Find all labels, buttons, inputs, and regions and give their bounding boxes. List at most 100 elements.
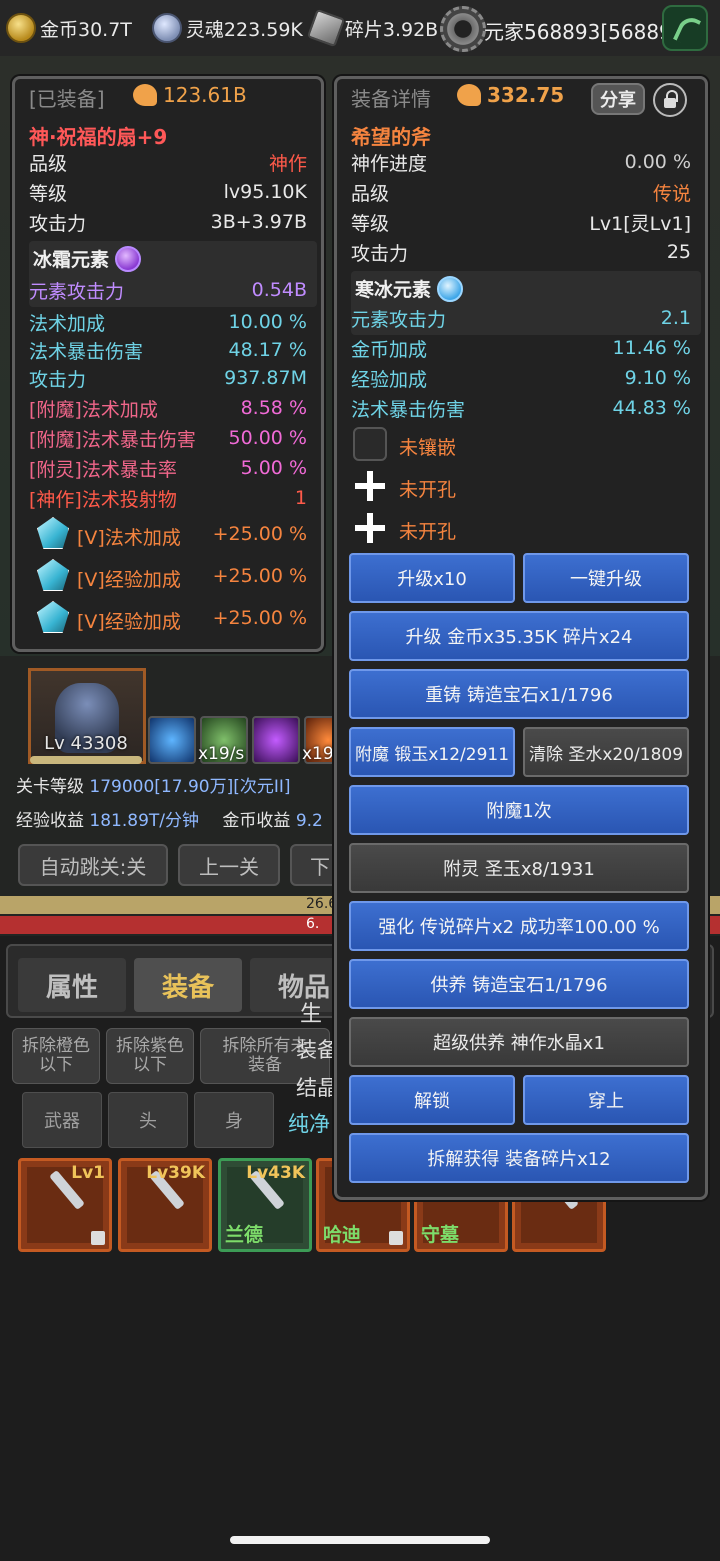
grade-label: 品级 bbox=[351, 182, 390, 205]
diamond-gem-icon bbox=[31, 515, 75, 555]
enchant-once-button[interactable]: 附魔1次 bbox=[349, 785, 689, 835]
stat-value: 10.00 % bbox=[228, 311, 308, 333]
diamond-gem-icon bbox=[31, 557, 75, 597]
enchant-value: 50.00 % bbox=[228, 427, 308, 449]
stat-value: 11.46 % bbox=[612, 337, 692, 359]
frost-element-icon bbox=[115, 245, 142, 272]
lock-toggle-icon[interactable] bbox=[653, 83, 687, 117]
enchant-jade-button[interactable]: 附魔 锻玉x12/2911 bbox=[349, 727, 515, 777]
enchant-value: 1 bbox=[294, 487, 307, 509]
stat-row: 经验加成 9.10 % bbox=[351, 363, 691, 393]
unlock-button[interactable]: 解锁 bbox=[349, 1075, 515, 1125]
upgrade-all-button[interactable]: 一键升级 bbox=[523, 553, 689, 603]
enchant-label: [附魔]法术暴击伤害 bbox=[29, 428, 196, 451]
dismantle-button[interactable]: 拆解获得 装备碎片x12 bbox=[349, 1133, 689, 1183]
upgrade-x10-button[interactable]: 升级x10 bbox=[349, 553, 515, 603]
progress-value: 0.00 % bbox=[624, 151, 691, 173]
filter-body[interactable]: 身 bbox=[194, 1092, 274, 1148]
enchant-value: 5.00 % bbox=[240, 457, 307, 479]
equipment-slot[interactable]: Lv43K 兰德 bbox=[218, 1158, 312, 1252]
element-attack-label: 元素攻击力 bbox=[351, 308, 447, 331]
soul-resource: 灵魂223.59K bbox=[146, 8, 303, 48]
skill-icon-orb[interactable] bbox=[252, 716, 300, 764]
clear-enchant-button[interactable]: 清除 圣水x20/1809 bbox=[523, 727, 689, 777]
attack-row: 攻击力 3B+3.97B bbox=[29, 207, 307, 237]
shard-amount: 碎片3.92B bbox=[344, 18, 439, 41]
nurture-button[interactable]: 供养 铸造宝石1/1796 bbox=[349, 959, 689, 1009]
filter-head[interactable]: 头 bbox=[108, 1092, 188, 1148]
skill-count: x19/s bbox=[198, 744, 245, 764]
pure-label: 纯净 bbox=[288, 1112, 330, 1136]
spirit-bind-button[interactable]: 附灵 圣玉x8/1931 bbox=[349, 843, 689, 893]
add-socket-icon[interactable] bbox=[353, 469, 387, 503]
enchant-row: [神作]法术投射物 1 bbox=[29, 483, 307, 513]
upgrade-cost-button[interactable]: 升级 金币x35.35K 碎片x24 bbox=[349, 611, 689, 661]
enchant-row: [附魔]法术加成 8.58 % bbox=[29, 393, 307, 423]
slot-name: 兰德 bbox=[225, 1224, 264, 1246]
side-label: 结晶 bbox=[296, 1076, 338, 1100]
prev-stage-button[interactable]: 上一关 bbox=[178, 844, 280, 886]
dismantle-orange-button[interactable]: 拆除橙色 以下 bbox=[12, 1028, 100, 1084]
equipment-slot[interactable]: Lv39K bbox=[118, 1158, 212, 1252]
stat-value: 937.87M bbox=[224, 367, 307, 389]
share-button[interactable]: 分享 bbox=[591, 83, 645, 115]
detail-power-value: 332.75 bbox=[487, 83, 565, 107]
sub-label: 生 bbox=[300, 1002, 323, 1027]
strengthen-button[interactable]: 强化 传说碎片x2 成功率100.00 % bbox=[349, 901, 689, 951]
lock-icon bbox=[389, 1231, 403, 1245]
gem-label: [V]法术加成 bbox=[77, 527, 181, 549]
gem-label: [V]经验加成 bbox=[77, 611, 181, 633]
equipment-slot[interactable]: Lv1 bbox=[18, 1158, 112, 1252]
home-indicator[interactable] bbox=[230, 1536, 490, 1544]
shard-icon bbox=[306, 8, 346, 48]
enchant-value: 8.58 % bbox=[240, 397, 307, 419]
menu-icon[interactable] bbox=[662, 5, 708, 51]
element-attack-row: 元素攻击力 0.54B bbox=[29, 275, 307, 305]
gold-amount: 金币30.7T bbox=[40, 18, 132, 41]
equipped-item-panel: [已装备] 123.61B 神·祝福的扇+9 品级 神作 等级 lv95.10K… bbox=[12, 76, 324, 652]
element-attack-value: 0.54B bbox=[251, 279, 307, 301]
dismantle-purple-button[interactable]: 拆除紫色 以下 bbox=[106, 1028, 194, 1084]
equip-button[interactable]: 穿上 bbox=[523, 1075, 689, 1125]
soul-amount: 灵魂223.59K bbox=[185, 18, 303, 41]
stat-value: 9.10 % bbox=[624, 367, 691, 389]
stat-label: 攻击力 bbox=[29, 368, 87, 391]
element-title: 寒冰元素 bbox=[355, 275, 464, 302]
grade-value: 传说 bbox=[652, 182, 691, 205]
stat-row: 法术暴击伤害 48.17 % bbox=[29, 335, 307, 365]
stat-value: 48.17 % bbox=[228, 339, 308, 361]
add-socket-icon[interactable] bbox=[353, 511, 387, 545]
level-row: 等级 Lv1[灵Lv1] bbox=[351, 207, 691, 237]
empty-socket-icon[interactable] bbox=[353, 427, 387, 461]
tab-equipment[interactable]: 装备 bbox=[134, 958, 242, 1012]
equipped-header: [已装备] bbox=[29, 87, 105, 111]
side-label: 装备 bbox=[296, 1038, 338, 1062]
super-nurture-button[interactable]: 超级供养 神作水晶x1 bbox=[349, 1017, 689, 1067]
settings-gear-icon[interactable] bbox=[440, 6, 486, 52]
stat-label: 金币加成 bbox=[351, 338, 428, 361]
progress-label: 神作进度 bbox=[351, 152, 428, 175]
gem-value: +25.00 % bbox=[212, 607, 307, 629]
enchant-label: [附灵]法术暴击率 bbox=[29, 458, 177, 481]
gold-income-value: 9.2 bbox=[295, 811, 323, 831]
auto-skip-button[interactable]: 自动跳关:关 bbox=[18, 844, 168, 886]
reforge-button[interactable]: 重铸 铸造宝石x1/1796 bbox=[349, 669, 689, 719]
slot-level: Lv1 bbox=[71, 1163, 105, 1183]
skill-icon-vortex[interactable] bbox=[148, 716, 196, 764]
stat-label: 法术暴击伤害 bbox=[29, 340, 144, 363]
detail-item-name: 希望的斧 bbox=[351, 125, 431, 149]
enchant-row: [附魔]法术暴击伤害 50.00 % bbox=[29, 423, 307, 453]
gem-label: [V]经验加成 bbox=[77, 569, 181, 591]
element-attack-value: 2.1 bbox=[660, 307, 691, 329]
hero-exp-bar bbox=[30, 756, 142, 764]
stat-row: 金币加成 11.46 % bbox=[351, 333, 691, 363]
lock-icon bbox=[91, 1231, 105, 1245]
filter-weapon[interactable]: 武器 bbox=[22, 1092, 102, 1148]
stage-label: 关卡等级 bbox=[16, 777, 84, 797]
power-arm-icon bbox=[457, 84, 481, 106]
gold-income-label: 金币收益 bbox=[222, 811, 291, 831]
tab-attributes[interactable]: 属性 bbox=[18, 958, 126, 1012]
element-attack-label: 元素攻击力 bbox=[29, 280, 125, 303]
hero-level: Lv 43308 bbox=[44, 733, 128, 754]
gold-coin-icon bbox=[6, 13, 36, 43]
